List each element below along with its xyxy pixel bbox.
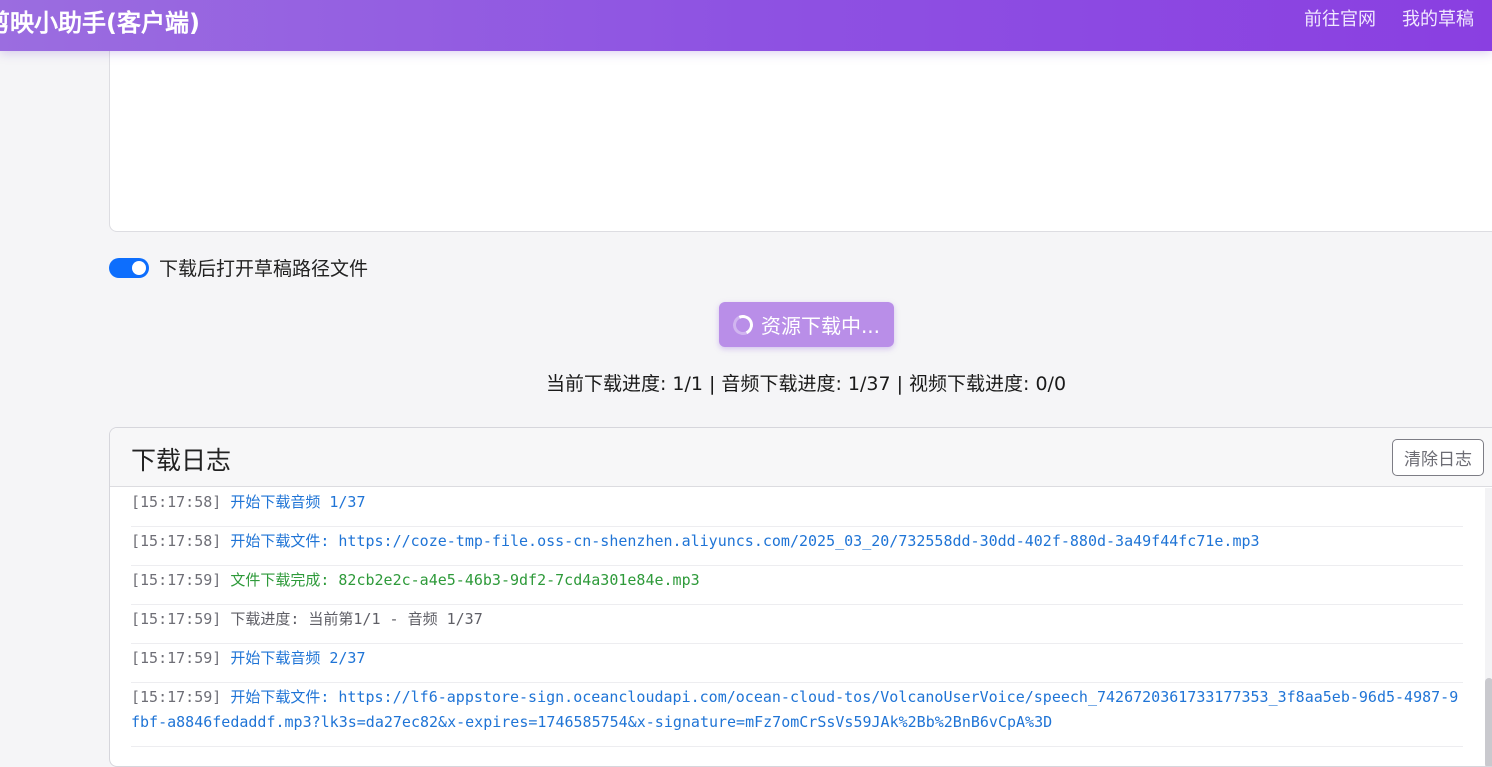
log-entry-message: 开始下载文件: https://coze-tmp-file.oss-cn-she… bbox=[230, 532, 1260, 550]
download-log-panel: 下载日志 清除日志 [15:17:58] 开始下载音频 1/37 [15:17:5… bbox=[109, 427, 1492, 767]
log-entry: [15:17:59] 下载进度: 当前第1/1 - 音频 1/37 bbox=[131, 605, 1463, 644]
app-title: 剪映小助手(客户端) bbox=[0, 9, 200, 37]
log-entry: [15:17:59] 开始下载音频 2/37 bbox=[131, 644, 1463, 683]
clear-log-button[interactable]: 清除日志 bbox=[1392, 439, 1484, 476]
log-list: [15:17:58] 开始下载音频 1/37 [15:17:58] 开始下载文件:… bbox=[110, 488, 1481, 766]
log-scrollbar-thumb[interactable] bbox=[1485, 678, 1492, 766]
header-nav: 前往官网 我的草稿 bbox=[1304, 5, 1474, 31]
download-button-label: 资源下载中... bbox=[760, 314, 881, 338]
log-entry-time: [15:17:58] bbox=[131, 532, 222, 550]
nav-official-site-link[interactable]: 前往官网 bbox=[1304, 5, 1376, 31]
download-resources-button[interactable]: 资源下载中... bbox=[719, 302, 894, 347]
log-entry: [15:17:58] 开始下载文件: https://coze-tmp-file… bbox=[131, 527, 1463, 566]
app-header: 剪映小助手(客户端) 前往官网 我的草稿 bbox=[0, 0, 1492, 51]
open-after-download-option: 下载后打开草稿路径文件 bbox=[109, 254, 368, 281]
log-entry: [15:17:58] 开始下载音频 1/37 bbox=[131, 488, 1463, 527]
nav-my-drafts-link[interactable]: 我的草稿 bbox=[1402, 5, 1474, 31]
log-entry-time: [15:17:59] bbox=[131, 688, 222, 706]
loading-spinner-icon bbox=[730, 311, 756, 338]
log-entry-message: 下载进度: 当前第1/1 - 音频 1/37 bbox=[230, 610, 483, 628]
log-entry: [15:17:59] 文件下载完成: 82cb2e2c-a4e5-46b3-9d… bbox=[131, 566, 1463, 605]
download-progress-text: 当前下载进度: 1/1 | 音频下载进度: 1/37 | 视频下载进度: 0/0 bbox=[545, 373, 1067, 395]
log-entry-time: [15:17:59] bbox=[131, 571, 222, 589]
log-title: 下载日志 bbox=[131, 446, 232, 475]
log-entry-time: [15:17:58] bbox=[131, 493, 222, 511]
log-entry-message: 文件下载完成: 82cb2e2c-a4e5-46b3-9df2-7cd4a301… bbox=[230, 571, 700, 589]
log-entry-message: 开始下载文件: https://lf6-appstore-sign.oceanc… bbox=[131, 688, 1459, 731]
log-entry: [15:17:59] 开始下载文件: https://lf6-appstore-… bbox=[131, 683, 1463, 747]
log-header: 下载日志 清除日志 bbox=[110, 428, 1492, 487]
toggle-knob bbox=[132, 260, 146, 275]
log-entry-message: 开始下载音频 2/37 bbox=[230, 649, 366, 667]
log-entry-message: 开始下载音频 1/37 bbox=[230, 493, 366, 511]
log-entry-time: [15:17:59] bbox=[131, 649, 222, 667]
draft-input-area[interactable] bbox=[109, 40, 1492, 232]
log-entry-time: [15:17:59] bbox=[131, 610, 222, 628]
open-after-download-label: 下载后打开草稿路径文件 bbox=[159, 258, 369, 280]
open-after-download-toggle[interactable] bbox=[109, 257, 149, 278]
log-scrollbar[interactable] bbox=[1485, 488, 1492, 766]
